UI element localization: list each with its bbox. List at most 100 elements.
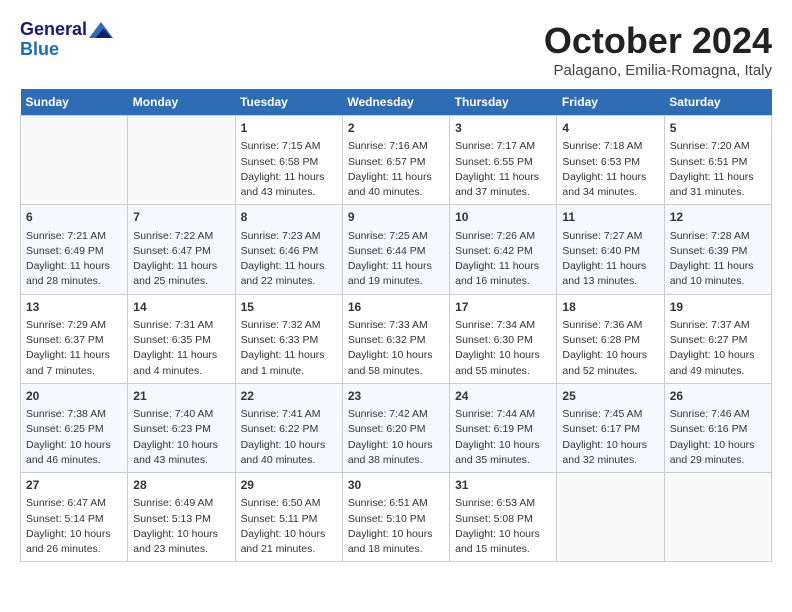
day-number: 26	[670, 388, 766, 405]
logo-blue: Blue	[20, 40, 59, 60]
calendar-cell: 18 Sunrise: 7:36 AM Sunset: 6:28 PM Dayli…	[557, 294, 664, 383]
calendar-cell: 2 Sunrise: 7:16 AM Sunset: 6:57 PM Daylig…	[342, 116, 449, 205]
calendar-week-2: 6 Sunrise: 7:21 AM Sunset: 6:49 PM Daylig…	[21, 205, 772, 294]
calendar-cell: 13 Sunrise: 7:29 AM Sunset: 6:37 PM Dayli…	[21, 294, 128, 383]
day-number: 1	[241, 120, 337, 137]
calendar-cell: 28 Sunrise: 6:49 AM Sunset: 5:13 PM Dayli…	[128, 473, 235, 562]
day-number: 25	[562, 388, 658, 405]
calendar-cell: 6 Sunrise: 7:21 AM Sunset: 6:49 PM Daylig…	[21, 205, 128, 294]
calendar-cell: 4 Sunrise: 7:18 AM Sunset: 6:53 PM Daylig…	[557, 116, 664, 205]
day-number: 21	[133, 388, 229, 405]
page-header: General Blue October 2024 Palagano, Emil…	[20, 20, 772, 79]
day-info: Sunrise: 6:50 AM Sunset: 5:11 PM Dayligh…	[241, 496, 337, 557]
day-number: 27	[26, 477, 122, 494]
day-number: 5	[670, 120, 766, 137]
day-number: 6	[26, 209, 122, 226]
location: Palagano, Emilia-Romagna, Italy	[544, 62, 772, 79]
day-info: Sunrise: 6:53 AM Sunset: 5:08 PM Dayligh…	[455, 496, 551, 557]
calendar-cell: 1 Sunrise: 7:15 AM Sunset: 6:58 PM Daylig…	[235, 116, 342, 205]
day-info: Sunrise: 7:23 AM Sunset: 6:46 PM Dayligh…	[241, 229, 337, 290]
day-info: Sunrise: 7:40 AM Sunset: 6:23 PM Dayligh…	[133, 407, 229, 468]
day-info: Sunrise: 7:15 AM Sunset: 6:58 PM Dayligh…	[241, 139, 337, 200]
logo-icon	[89, 22, 113, 38]
day-number: 4	[562, 120, 658, 137]
header-thursday: Thursday	[450, 89, 557, 116]
day-number: 8	[241, 209, 337, 226]
calendar-cell: 24 Sunrise: 7:44 AM Sunset: 6:19 PM Dayli…	[450, 383, 557, 472]
calendar-header-row: SundayMondayTuesdayWednesdayThursdayFrid…	[21, 89, 772, 116]
day-info: Sunrise: 7:18 AM Sunset: 6:53 PM Dayligh…	[562, 139, 658, 200]
day-number: 14	[133, 299, 229, 316]
day-info: Sunrise: 7:34 AM Sunset: 6:30 PM Dayligh…	[455, 318, 551, 379]
day-info: Sunrise: 7:45 AM Sunset: 6:17 PM Dayligh…	[562, 407, 658, 468]
day-number: 23	[348, 388, 444, 405]
day-number: 2	[348, 120, 444, 137]
day-info: Sunrise: 7:17 AM Sunset: 6:55 PM Dayligh…	[455, 139, 551, 200]
calendar-cell: 9Sunrise: 7:25 AM Sunset: 6:44 PM Daylig…	[342, 205, 449, 294]
day-info: Sunrise: 6:49 AM Sunset: 5:13 PM Dayligh…	[133, 496, 229, 557]
header-tuesday: Tuesday	[235, 89, 342, 116]
calendar-cell: 27 Sunrise: 6:47 AM Sunset: 5:14 PM Dayli…	[21, 473, 128, 562]
day-number: 17	[455, 299, 551, 316]
calendar-cell: 23 Sunrise: 7:42 AM Sunset: 6:20 PM Dayli…	[342, 383, 449, 472]
day-info: Sunrise: 7:22 AM Sunset: 6:47 PM Dayligh…	[133, 229, 229, 290]
calendar-cell: 5 Sunrise: 7:20 AM Sunset: 6:51 PM Daylig…	[664, 116, 771, 205]
calendar-cell: 16 Sunrise: 7:33 AM Sunset: 6:32 PM Dayli…	[342, 294, 449, 383]
header-friday: Friday	[557, 89, 664, 116]
day-number: 3	[455, 120, 551, 137]
day-number: 12	[670, 209, 766, 226]
day-info: Sunrise: 7:25 AM Sunset: 6:44 PM Dayligh…	[348, 229, 444, 290]
day-number: 11	[562, 209, 658, 226]
day-number: 28	[133, 477, 229, 494]
day-info: Sunrise: 7:21 AM Sunset: 6:49 PM Dayligh…	[26, 229, 122, 290]
day-number: 19	[670, 299, 766, 316]
day-number: 24	[455, 388, 551, 405]
day-info: Sunrise: 7:33 AM Sunset: 6:32 PM Dayligh…	[348, 318, 444, 379]
day-info: Sunrise: 7:20 AM Sunset: 6:51 PM Dayligh…	[670, 139, 766, 200]
calendar-week-5: 27 Sunrise: 6:47 AM Sunset: 5:14 PM Dayli…	[21, 473, 772, 562]
header-saturday: Saturday	[664, 89, 771, 116]
calendar-cell: 21 Sunrise: 7:40 AM Sunset: 6:23 PM Dayli…	[128, 383, 235, 472]
calendar-week-3: 13 Sunrise: 7:29 AM Sunset: 6:37 PM Dayli…	[21, 294, 772, 383]
day-number: 29	[241, 477, 337, 494]
calendar-week-4: 20 Sunrise: 7:38 AM Sunset: 6:25 PM Dayli…	[21, 383, 772, 472]
day-info: Sunrise: 7:37 AM Sunset: 6:27 PM Dayligh…	[670, 318, 766, 379]
day-number: 16	[348, 299, 444, 316]
day-info: Sunrise: 7:38 AM Sunset: 6:25 PM Dayligh…	[26, 407, 122, 468]
day-number: 10	[455, 209, 551, 226]
day-info: Sunrise: 7:29 AM Sunset: 6:37 PM Dayligh…	[26, 318, 122, 379]
title-section: October 2024 Palagano, Emilia-Romagna, I…	[544, 20, 772, 79]
day-number: 20	[26, 388, 122, 405]
calendar-cell: 26 Sunrise: 7:46 AM Sunset: 6:16 PM Dayli…	[664, 383, 771, 472]
calendar-cell: 8 Sunrise: 7:23 AM Sunset: 6:46 PM Daylig…	[235, 205, 342, 294]
calendar-cell: 22Sunrise: 7:41 AM Sunset: 6:22 PM Dayli…	[235, 383, 342, 472]
calendar-cell: 19 Sunrise: 7:37 AM Sunset: 6:27 PM Dayli…	[664, 294, 771, 383]
day-info: Sunrise: 7:31 AM Sunset: 6:35 PM Dayligh…	[133, 318, 229, 379]
day-number: 18	[562, 299, 658, 316]
calendar-table: SundayMondayTuesdayWednesdayThursdayFrid…	[20, 89, 772, 562]
day-info: Sunrise: 7:36 AM Sunset: 6:28 PM Dayligh…	[562, 318, 658, 379]
header-sunday: Sunday	[21, 89, 128, 116]
day-info: Sunrise: 7:44 AM Sunset: 6:19 PM Dayligh…	[455, 407, 551, 468]
header-wednesday: Wednesday	[342, 89, 449, 116]
day-number: 15	[241, 299, 337, 316]
day-number: 13	[26, 299, 122, 316]
day-number: 31	[455, 477, 551, 494]
day-info: Sunrise: 6:47 AM Sunset: 5:14 PM Dayligh…	[26, 496, 122, 557]
day-info: Sunrise: 7:46 AM Sunset: 6:16 PM Dayligh…	[670, 407, 766, 468]
day-info: Sunrise: 6:51 AM Sunset: 5:10 PM Dayligh…	[348, 496, 444, 557]
month-title: October 2024	[544, 20, 772, 62]
calendar-week-1: 1 Sunrise: 7:15 AM Sunset: 6:58 PM Daylig…	[21, 116, 772, 205]
calendar-cell: 12Sunrise: 7:28 AM Sunset: 6:39 PM Dayli…	[664, 205, 771, 294]
calendar-cell: 7 Sunrise: 7:22 AM Sunset: 6:47 PM Daylig…	[128, 205, 235, 294]
calendar-cell: 11Sunrise: 7:27 AM Sunset: 6:40 PM Dayli…	[557, 205, 664, 294]
day-info: Sunrise: 7:32 AM Sunset: 6:33 PM Dayligh…	[241, 318, 337, 379]
calendar-cell	[664, 473, 771, 562]
calendar-cell: 25 Sunrise: 7:45 AM Sunset: 6:17 PM Dayli…	[557, 383, 664, 472]
day-info: Sunrise: 7:16 AM Sunset: 6:57 PM Dayligh…	[348, 139, 444, 200]
calendar-cell: 20 Sunrise: 7:38 AM Sunset: 6:25 PM Dayli…	[21, 383, 128, 472]
calendar-cell: 31 Sunrise: 6:53 AM Sunset: 5:08 PM Dayli…	[450, 473, 557, 562]
calendar-cell: 3 Sunrise: 7:17 AM Sunset: 6:55 PM Daylig…	[450, 116, 557, 205]
day-info: Sunrise: 7:42 AM Sunset: 6:20 PM Dayligh…	[348, 407, 444, 468]
day-number: 7	[133, 209, 229, 226]
